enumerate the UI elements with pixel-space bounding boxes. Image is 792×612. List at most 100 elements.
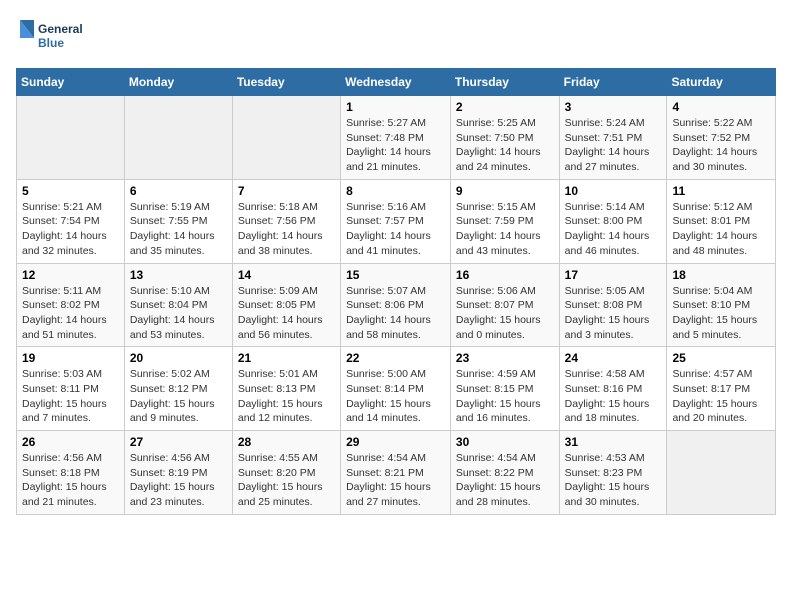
calendar-cell: 7Sunrise: 5:18 AMSunset: 7:56 PMDaylight… xyxy=(232,179,340,263)
calendar-cell xyxy=(232,96,340,180)
day-info: Sunrise: 5:07 AMSunset: 8:06 PMDaylight:… xyxy=(346,284,445,343)
calendar-cell: 30 Sunrise: 4:54 AMSunset: 8:22 PMDayligh… xyxy=(450,431,559,515)
calendar-cell xyxy=(124,96,232,180)
day-info: Sunrise: 4:54 AMSunset: 8:21 PMDaylight:… xyxy=(346,451,445,510)
weekday-header-thursday: Thursday xyxy=(450,69,559,96)
calendar-cell: 31Sunrise: 4:53 AMSunset: 8:23 PMDayligh… xyxy=(559,431,667,515)
calendar-week-1: 1Sunrise: 5:27 AMSunset: 7:48 PMDaylight… xyxy=(17,96,776,180)
calendar-cell: 17Sunrise: 5:05 AMSunset: 8:08 PMDayligh… xyxy=(559,263,667,347)
weekday-header-friday: Friday xyxy=(559,69,667,96)
day-info: Sunrise: 4:59 AMSunset: 8:15 PMDaylight:… xyxy=(456,367,554,426)
day-number: 29 xyxy=(346,435,445,449)
calendar-cell: 27Sunrise: 4:56 AMSunset: 8:19 PMDayligh… xyxy=(124,431,232,515)
calendar-cell: 11 Sunrise: 5:12 AMSunset: 8:01 PMDayligh… xyxy=(667,179,776,263)
calendar-cell: 5Sunrise: 5:21 AMSunset: 7:54 PMDaylight… xyxy=(17,179,125,263)
day-number: 19 xyxy=(22,351,119,365)
day-info: Sunrise: 5:10 AMSunset: 8:04 PMDaylight:… xyxy=(130,284,227,343)
calendar-cell: 18 Sunrise: 5:04 AMSunset: 8:10 PMDayligh… xyxy=(667,263,776,347)
day-info: Sunrise: 4:54 AMSunset: 8:22 PMDaylight:… xyxy=(456,451,554,510)
calendar-cell: 29 Sunrise: 4:54 AMSunset: 8:21 PMDayligh… xyxy=(341,431,451,515)
calendar-cell: 9 Sunrise: 5:15 AMSunset: 7:59 PMDaylight… xyxy=(450,179,559,263)
calendar-cell: 23 Sunrise: 4:59 AMSunset: 8:15 PMDayligh… xyxy=(450,347,559,431)
calendar-week-5: 26 Sunrise: 4:56 AMSunset: 8:18 PMDayligh… xyxy=(17,431,776,515)
day-number: 8 xyxy=(346,184,445,198)
day-number: 17 xyxy=(565,268,662,282)
day-number: 11 xyxy=(672,184,770,198)
day-number: 15 xyxy=(346,268,445,282)
calendar-cell xyxy=(667,431,776,515)
calendar-cell: 20 Sunrise: 5:02 AMSunset: 8:12 PMDayligh… xyxy=(124,347,232,431)
day-number: 4 xyxy=(672,100,770,114)
day-number: 13 xyxy=(130,268,227,282)
day-number: 2 xyxy=(456,100,554,114)
weekday-header-tuesday: Tuesday xyxy=(232,69,340,96)
day-info: Sunrise: 5:27 AMSunset: 7:48 PMDaylight:… xyxy=(346,116,445,175)
day-number: 23 xyxy=(456,351,554,365)
weekday-header-wednesday: Wednesday xyxy=(341,69,451,96)
day-number: 3 xyxy=(565,100,662,114)
day-number: 16 xyxy=(456,268,554,282)
day-number: 22 xyxy=(346,351,445,365)
day-info: Sunrise: 4:53 AMSunset: 8:23 PMDaylight:… xyxy=(565,451,662,510)
page-header: GeneralBlue xyxy=(16,16,776,56)
day-number: 30 xyxy=(456,435,554,449)
day-info: Sunrise: 5:02 AMSunset: 8:12 PMDaylight:… xyxy=(130,367,227,426)
calendar-week-4: 19 Sunrise: 5:03 AMSunset: 8:11 PMDayligh… xyxy=(17,347,776,431)
day-number: 18 xyxy=(672,268,770,282)
calendar-table: SundayMondayTuesdayWednesdayThursdayFrid… xyxy=(16,68,776,515)
calendar-cell: 10 Sunrise: 5:14 AMSunset: 8:00 PMDayligh… xyxy=(559,179,667,263)
day-number: 7 xyxy=(238,184,335,198)
calendar-cell: 4 Sunrise: 5:22 AMSunset: 7:52 PMDaylight… xyxy=(667,96,776,180)
day-info: Sunrise: 5:15 AMSunset: 7:59 PMDaylight:… xyxy=(456,200,554,259)
day-info: Sunrise: 4:58 AMSunset: 8:16 PMDaylight:… xyxy=(565,367,662,426)
day-info: Sunrise: 5:11 AMSunset: 8:02 PMDaylight:… xyxy=(22,284,119,343)
calendar-cell: 26 Sunrise: 4:56 AMSunset: 8:18 PMDayligh… xyxy=(17,431,125,515)
day-info: Sunrise: 5:04 AMSunset: 8:10 PMDaylight:… xyxy=(672,284,770,343)
day-info: Sunrise: 5:25 AMSunset: 7:50 PMDaylight:… xyxy=(456,116,554,175)
day-info: Sunrise: 5:09 AMSunset: 8:05 PMDaylight:… xyxy=(238,284,335,343)
day-number: 5 xyxy=(22,184,119,198)
weekday-header-row: SundayMondayTuesdayWednesdayThursdayFrid… xyxy=(17,69,776,96)
day-number: 27 xyxy=(130,435,227,449)
calendar-cell: 14 Sunrise: 5:09 AMSunset: 8:05 PMDayligh… xyxy=(232,263,340,347)
day-number: 25 xyxy=(672,351,770,365)
calendar-cell: 15 Sunrise: 5:07 AMSunset: 8:06 PMDayligh… xyxy=(341,263,451,347)
calendar-cell: 12 Sunrise: 5:11 AMSunset: 8:02 PMDayligh… xyxy=(17,263,125,347)
calendar-cell: 2 Sunrise: 5:25 AMSunset: 7:50 PMDaylight… xyxy=(450,96,559,180)
calendar-cell: 25Sunrise: 4:57 AMSunset: 8:17 PMDayligh… xyxy=(667,347,776,431)
day-info: Sunrise: 4:55 AMSunset: 8:20 PMDaylight:… xyxy=(238,451,335,510)
day-info: Sunrise: 5:14 AMSunset: 8:00 PMDaylight:… xyxy=(565,200,662,259)
day-info: Sunrise: 5:01 AMSunset: 8:13 PMDaylight:… xyxy=(238,367,335,426)
day-number: 26 xyxy=(22,435,119,449)
calendar-cell: 13 Sunrise: 5:10 AMSunset: 8:04 PMDayligh… xyxy=(124,263,232,347)
day-info: Sunrise: 4:56 AMSunset: 8:18 PMDaylight:… xyxy=(22,451,119,510)
calendar-week-3: 12 Sunrise: 5:11 AMSunset: 8:02 PMDayligh… xyxy=(17,263,776,347)
weekday-header-sunday: Sunday xyxy=(17,69,125,96)
calendar-cell: 1Sunrise: 5:27 AMSunset: 7:48 PMDaylight… xyxy=(341,96,451,180)
calendar-week-2: 5Sunrise: 5:21 AMSunset: 7:54 PMDaylight… xyxy=(17,179,776,263)
calendar-cell: 24Sunrise: 4:58 AMSunset: 8:16 PMDayligh… xyxy=(559,347,667,431)
calendar-cell: 8 Sunrise: 5:16 AMSunset: 7:57 PMDaylight… xyxy=(341,179,451,263)
weekday-header-saturday: Saturday xyxy=(667,69,776,96)
calendar-cell: 6Sunrise: 5:19 AMSunset: 7:55 PMDaylight… xyxy=(124,179,232,263)
calendar-cell: 21 Sunrise: 5:01 AMSunset: 8:13 PMDayligh… xyxy=(232,347,340,431)
day-number: 14 xyxy=(238,268,335,282)
day-info: Sunrise: 5:12 AMSunset: 8:01 PMDaylight:… xyxy=(672,200,770,259)
logo-icon: GeneralBlue xyxy=(16,16,86,56)
calendar-cell: 16Sunrise: 5:06 AMSunset: 8:07 PMDayligh… xyxy=(450,263,559,347)
day-info: Sunrise: 5:03 AMSunset: 8:11 PMDaylight:… xyxy=(22,367,119,426)
day-number: 10 xyxy=(565,184,662,198)
day-info: Sunrise: 5:16 AMSunset: 7:57 PMDaylight:… xyxy=(346,200,445,259)
weekday-header-monday: Monday xyxy=(124,69,232,96)
day-number: 28 xyxy=(238,435,335,449)
day-number: 9 xyxy=(456,184,554,198)
day-number: 21 xyxy=(238,351,335,365)
calendar-cell: 28 Sunrise: 4:55 AMSunset: 8:20 PMDayligh… xyxy=(232,431,340,515)
day-info: Sunrise: 5:24 AMSunset: 7:51 PMDaylight:… xyxy=(565,116,662,175)
day-number: 12 xyxy=(22,268,119,282)
day-info: Sunrise: 5:22 AMSunset: 7:52 PMDaylight:… xyxy=(672,116,770,175)
calendar-cell: 19 Sunrise: 5:03 AMSunset: 8:11 PMDayligh… xyxy=(17,347,125,431)
day-number: 6 xyxy=(130,184,227,198)
calendar-cell xyxy=(17,96,125,180)
day-number: 20 xyxy=(130,351,227,365)
